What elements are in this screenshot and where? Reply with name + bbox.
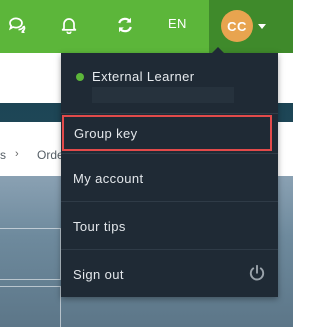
chat-icon[interactable] [4, 12, 30, 38]
user-dropdown-menu: External Learner Group key My account To… [61, 47, 278, 298]
power-icon [248, 264, 266, 282]
user-info: External Learner [61, 53, 278, 113]
user-name: External Learner [92, 69, 195, 84]
avatar[interactable]: CC [221, 10, 253, 42]
refresh-icon[interactable] [112, 12, 138, 38]
menu-item-my-account[interactable]: My account [61, 154, 278, 202]
bell-icon[interactable] [56, 12, 82, 38]
menu-item-label: Group key [74, 125, 138, 141]
menu-item-label: Sign out [73, 266, 124, 282]
caret-down-icon [258, 24, 266, 29]
breadcrumb-item[interactable]: s [0, 148, 6, 162]
menu-item-sign-out[interactable]: Sign out [61, 250, 278, 298]
menu-item-label: Tour tips [73, 218, 126, 234]
user-menu-toggle[interactable]: CC [209, 0, 293, 53]
menu-item-group-key[interactable]: Group key [62, 115, 272, 151]
chevron-right-icon: › [15, 148, 19, 160]
menu-item-label: My account [73, 170, 144, 186]
user-email-redacted [92, 87, 234, 103]
online-status-icon [76, 73, 84, 81]
menu-divider [61, 113, 278, 114]
page-card [0, 286, 61, 328]
breadcrumb-item[interactable]: Orde [37, 148, 64, 162]
language-selector[interactable]: EN [168, 16, 198, 36]
top-bar: EN CC [0, 0, 293, 53]
page-card [0, 228, 61, 280]
menu-item-tour-tips[interactable]: Tour tips [61, 202, 278, 250]
